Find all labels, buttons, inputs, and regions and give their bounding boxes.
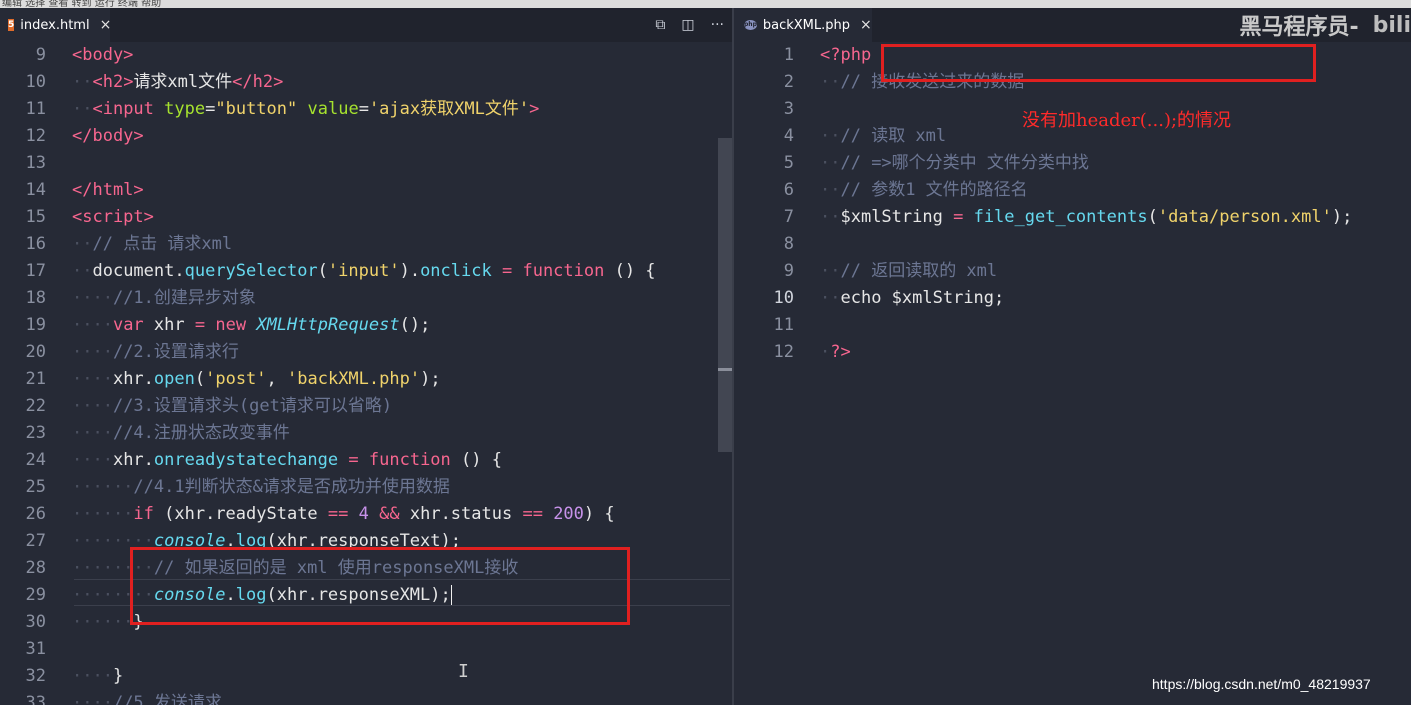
more-actions-icon[interactable]: ··· (711, 17, 724, 33)
code-line: 11 (773, 315, 794, 335)
split-editor-icon[interactable]: ◫ (681, 17, 694, 33)
tab-label: backXML.php (762, 17, 851, 33)
tab-label: index.html (20, 17, 90, 33)
code-line: 11 ··<input type="button" value='ajax获取XM… (25, 99, 540, 119)
code-line: 16 ··// 点击 请求xml (25, 234, 233, 254)
code-line: 20 ····//2.设置请求行 (25, 342, 239, 362)
highlight-box-right (881, 44, 1316, 82)
code-line: 19 ····var xhr = new XMLHttpRequest(); (25, 315, 431, 335)
watermark: 黑马程序员- bili (1239, 12, 1411, 41)
code-line: 32 ····} (25, 666, 124, 686)
highlight-box-left (130, 547, 630, 625)
menu-strip: 编辑 选择 查看 转到 运行 终端 帮助 (0, 0, 1411, 8)
code-line: 12 ·?> (773, 342, 851, 362)
code-line: 18 ····//1.创建异步对象 (25, 288, 256, 308)
code-line: 25 ······//4.1判断状态&请求是否成功并使用数据 (25, 477, 450, 497)
code-line: 12 </body> (25, 126, 144, 146)
code-line: 6 ··// 参数1 文件的路径名 (783, 180, 1028, 200)
vertical-scrollbar[interactable] (718, 138, 732, 452)
source-credit: https://blog.csdn.net/m0_48219937 (1152, 676, 1371, 692)
left-tab-bar: 5 index.html × ⧉ ◫ ··· (0, 8, 732, 42)
code-line: 10 ··echo $xmlString; (773, 288, 1005, 308)
annotation-text: 没有加header(...);的情况 (1022, 110, 1232, 131)
code-line: 9 <body> (35, 45, 134, 65)
code-line: 26 ······if (xhr.readyState == 4 && xhr.s… (25, 504, 615, 524)
right-tab-bar: php backXML.php × 黑马程序员- bili (734, 8, 1411, 42)
code-line: 9 ··// 返回读取的 xml (783, 261, 998, 281)
code-line: 10 ··<h2>请求xml文件</h2> (25, 72, 284, 92)
html5-icon: 5 (8, 19, 15, 31)
code-line: 7 ··$xmlString = file_get_contents('data/… (783, 207, 1353, 227)
close-icon[interactable]: × (100, 17, 112, 33)
bilibili-logo-icon: bili (1372, 12, 1411, 38)
right-editor[interactable]: 1 <?php 2 ··// 接收发送过来的数据 3 4 ··// 读取 xml 5 ·… (734, 42, 1411, 705)
scrollbar-marker (718, 368, 732, 371)
code-line: 22 ····//3.设置请求头(get请求可以省略) (25, 396, 393, 416)
code-line: 13 (25, 153, 46, 173)
tab-index-html[interactable]: 5 index.html × (0, 8, 112, 42)
code-line: 5 ··// =>哪个分类中 文件分类中找 (783, 153, 1089, 173)
open-changes-icon[interactable]: ⧉ (655, 17, 665, 33)
close-icon[interactable]: × (860, 17, 872, 33)
mouse-ibeam-icon: I (458, 661, 469, 682)
code-line: 15 <script> (25, 207, 154, 227)
code-line: 21 ····xhr.open('post', 'backXML.php'); (25, 369, 441, 389)
code-line: 31 (25, 639, 46, 659)
code-line: 23 ····//4.注册状态改变事件 (25, 423, 290, 443)
code-line: 8 (783, 234, 794, 254)
code-line: 24 ····xhr.onreadystatechange = function … (25, 450, 502, 470)
code-line: 17 ··document.querySelector('input').oncl… (25, 261, 656, 281)
left-editor[interactable]: 9 <body> 10 ··<h2>请求xml文件</h2> 11 ··<input … (0, 42, 732, 705)
tab-backxml-php[interactable]: php backXML.php × (734, 8, 872, 42)
editor-actions: ⧉ ◫ ··· (655, 8, 724, 42)
php-icon: php (744, 20, 757, 30)
code-line: 14 </html> (25, 180, 144, 200)
code-line: 33 ····//5.发送请求 (25, 693, 222, 705)
